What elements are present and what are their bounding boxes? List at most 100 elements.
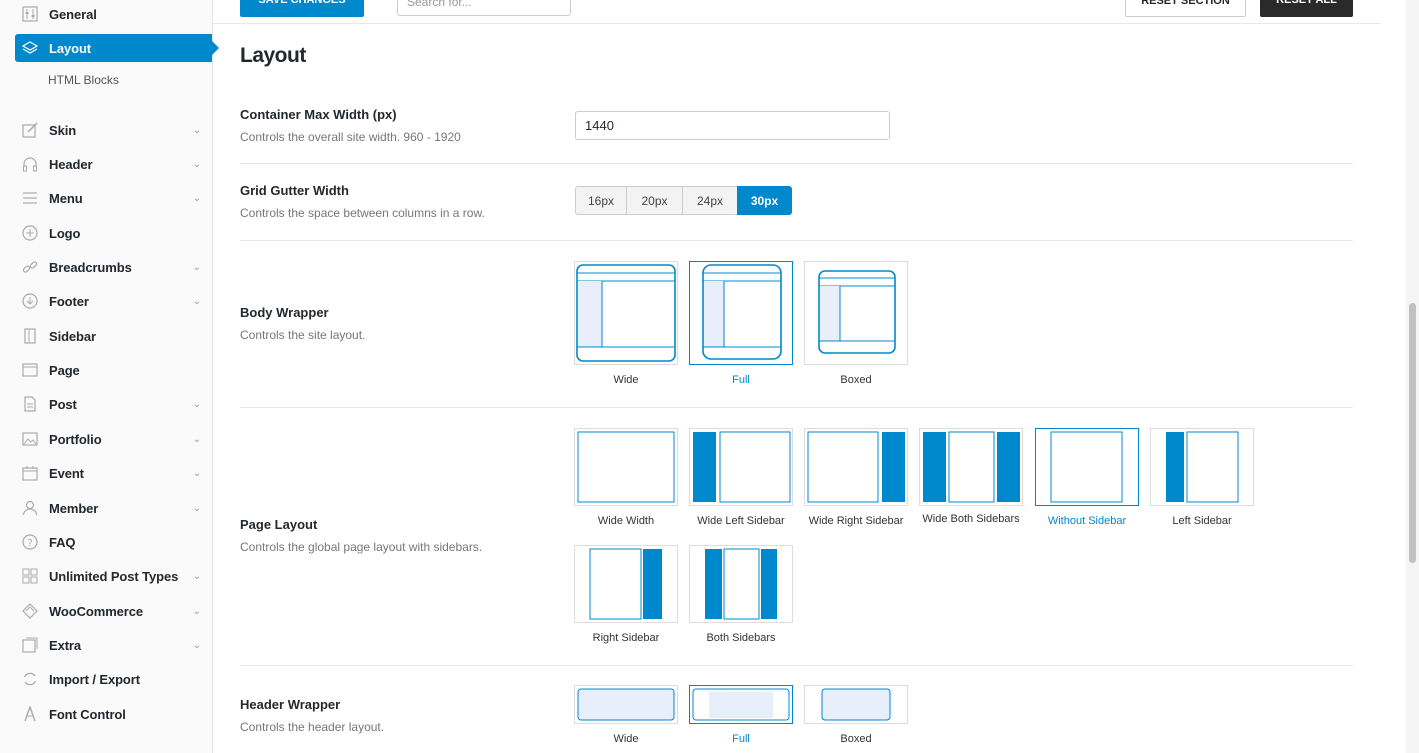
sidebar-item-post[interactable]: Post ⌄ — [15, 390, 212, 418]
woo-icon — [21, 602, 39, 620]
sidebar-item-label: Unlimited Post Types — [49, 568, 179, 584]
option-label: Boxed — [840, 733, 872, 745]
chevron-down-icon[interactable]: ⌄ — [190, 468, 204, 479]
sidebar-item-font-control[interactable]: Font Control — [15, 700, 212, 728]
page-title: Layout — [240, 44, 306, 67]
puzzle-icon — [21, 636, 39, 654]
gutter-option-16[interactable]: 16px — [575, 186, 627, 215]
chevron-down-icon[interactable]: ⌄ — [190, 606, 204, 617]
layout-thumbnail — [804, 685, 908, 724]
options-toolbar: SAVE CHANGES Search for... RESET SECTION… — [213, 0, 1381, 24]
option-label: Wide Width — [597, 515, 655, 527]
body-wrapper-option-boxed[interactable]: Boxed — [804, 261, 908, 387]
image-icon — [21, 430, 39, 448]
chevron-down-icon[interactable]: ⌄ — [190, 296, 204, 307]
save-changes-button[interactable]: SAVE CHANGES — [240, 0, 364, 17]
container-width-input[interactable]: 1440 — [575, 111, 890, 140]
gutter-width-buttons: 16px 20px 24px 30px — [575, 186, 792, 215]
option-label: Full — [732, 733, 750, 745]
sidebar-item-member[interactable]: Member ⌄ — [15, 494, 212, 522]
chevron-down-icon[interactable]: ⌄ — [190, 640, 204, 651]
sidebar-item-label: Layout — [49, 40, 92, 56]
divider — [240, 665, 1353, 666]
sidebar-item-portfolio[interactable]: Portfolio ⌄ — [15, 425, 212, 453]
page-scrollbar[interactable] — [1406, 0, 1419, 753]
body-wrapper-option-wide[interactable]: Wide — [574, 261, 678, 387]
document-icon — [21, 395, 39, 413]
sidebar-item-footer[interactable]: Footer ⌄ — [15, 287, 212, 315]
settings-sidebar: General Layout HTML Blocks Skin ⌄ Header… — [0, 0, 219, 753]
gutter-option-24[interactable]: 24px — [682, 186, 738, 215]
layout-thumbnail — [1035, 428, 1139, 506]
sidebar-item-unlimited-post-types[interactable]: Unlimited Post Types ⌄ — [15, 562, 212, 590]
sidebar-subitem-html-blocks[interactable]: HTML Blocks — [48, 73, 119, 87]
page-layout-desc: Controls the global page layout with sid… — [240, 540, 483, 554]
sidebar-item-label: Footer — [49, 293, 89, 309]
reset-all-button[interactable]: RESET ALL — [1260, 0, 1353, 17]
search-input[interactable]: Search for... — [397, 0, 571, 16]
sidebar-item-label: Extra — [49, 637, 82, 653]
chevron-down-icon[interactable]: ⌄ — [190, 399, 204, 410]
chevron-down-icon[interactable]: ⌄ — [190, 159, 204, 170]
sidebar-item-header[interactable]: Header ⌄ — [15, 150, 212, 178]
sidebar-item-label: Font Control — [49, 706, 126, 722]
sidebar-item-event[interactable]: Event ⌄ — [15, 459, 212, 487]
layout-thumbnail — [574, 545, 678, 623]
sidebar-item-import-export[interactable]: Import / Export — [15, 665, 212, 693]
sidebar-item-label: Sidebar — [49, 328, 96, 344]
option-label: Without Sidebar — [1047, 515, 1127, 527]
header-wrapper-option-full[interactable]: Full — [689, 685, 793, 746]
page-layout-option-wide-left-sidebar[interactable]: Wide Left Sidebar — [689, 428, 793, 528]
page-layout-option-both-sidebars[interactable]: Both Sidebars — [689, 545, 793, 645]
body-wrapper-option-full[interactable]: Full — [689, 261, 793, 387]
header-wrapper-option-wide[interactable]: Wide — [574, 685, 678, 746]
sliders-icon — [21, 5, 39, 23]
font-icon — [21, 705, 39, 723]
page-layout-option-left-sidebar[interactable]: Left Sidebar — [1150, 428, 1254, 528]
sidebar-item-label: WooCommerce — [49, 603, 144, 619]
header-wrapper-option-boxed[interactable]: Boxed — [804, 685, 908, 746]
sidebar-item-label: Logo — [49, 225, 81, 241]
sidebar-item-sidebar[interactable]: Sidebar — [15, 322, 212, 350]
sidebar-item-woocommerce[interactable]: WooCommerce ⌄ — [15, 597, 212, 625]
sidebar-item-label: General — [49, 6, 97, 22]
sidebar-item-extra[interactable]: Extra ⌄ — [15, 631, 212, 659]
sidebar-item-skin[interactable]: Skin ⌄ — [15, 116, 212, 144]
chevron-down-icon[interactable]: ⌄ — [190, 503, 204, 514]
sidebar-item-breadcrumbs[interactable]: Breadcrumbs ⌄ — [15, 253, 212, 281]
arrow-down-circle-icon — [21, 292, 39, 310]
page-layout-option-wide-both-sidebars[interactable]: Wide Both Sidebars — [919, 428, 1023, 526]
sidebar-item-faq[interactable]: ? FAQ — [15, 528, 212, 556]
chevron-down-icon[interactable]: ⌄ — [190, 125, 204, 136]
gutter-width-desc: Controls the space between columns in a … — [240, 206, 485, 220]
browser-icon — [21, 361, 39, 379]
gutter-option-20[interactable]: 20px — [626, 186, 683, 215]
sidebar-item-layout[interactable]: Layout — [15, 34, 219, 62]
sidebar-item-label: Portfolio — [49, 431, 102, 447]
chevron-down-icon[interactable]: ⌄ — [190, 571, 204, 582]
reset-section-button[interactable]: RESET SECTION — [1125, 0, 1246, 17]
layout-thumbnail — [804, 261, 908, 365]
chevron-down-icon[interactable]: ⌄ — [190, 193, 204, 204]
svg-text:?: ? — [27, 538, 32, 549]
layers-icon — [21, 39, 39, 57]
layout-thumbnail — [919, 428, 1023, 506]
scrollbar-thumb[interactable] — [1409, 303, 1416, 563]
chevron-down-icon[interactable]: ⌄ — [190, 262, 204, 273]
layout-thumbnail — [689, 545, 793, 623]
sidebar-item-menu[interactable]: Menu ⌄ — [15, 184, 212, 212]
option-label: Left Sidebar — [1172, 515, 1232, 527]
page-layout-option-right-sidebar[interactable]: Right Sidebar — [574, 545, 678, 645]
option-label: Both Sidebars — [706, 632, 776, 644]
gutter-option-30[interactable]: 30px — [737, 186, 792, 215]
sidebar-item-general[interactable]: General — [15, 0, 212, 28]
header-wrapper-title: Header Wrapper — [240, 697, 341, 712]
page-layout-option-wide-right-sidebar[interactable]: Wide Right Sidebar — [804, 428, 908, 528]
sidebar-item-label: Page — [49, 362, 80, 378]
option-label: Wide Both Sidebars — [922, 513, 1020, 525]
sidebar-item-page[interactable]: Page — [15, 356, 212, 384]
sidebar-item-logo[interactable]: Logo — [15, 219, 212, 247]
page-layout-option-without-sidebar[interactable]: Without Sidebar — [1035, 428, 1139, 528]
page-layout-option-wide-width[interactable]: Wide Width — [574, 428, 678, 528]
chevron-down-icon[interactable]: ⌄ — [190, 434, 204, 445]
